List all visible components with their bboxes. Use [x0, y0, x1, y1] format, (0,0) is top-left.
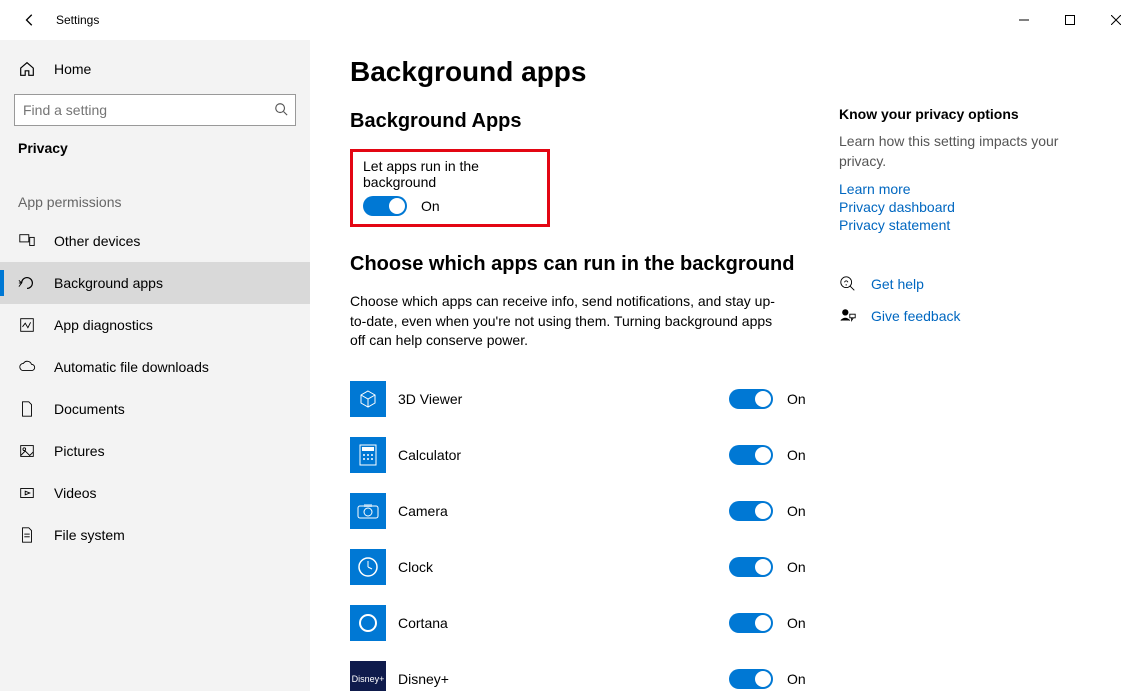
link-privacy-dashboard[interactable]: Privacy dashboard: [839, 199, 1099, 215]
page-title: Background apps: [350, 56, 839, 88]
app-row: Cortana On: [350, 595, 839, 651]
app-name: 3D Viewer: [398, 391, 462, 407]
pictures-icon: [18, 442, 36, 460]
app-toggle-clock[interactable]: [729, 557, 773, 577]
app-name: Cortana: [398, 615, 448, 631]
home-nav[interactable]: Home: [0, 50, 310, 88]
app-toggle-state: On: [787, 615, 806, 631]
app-toggle-cortana[interactable]: [729, 613, 773, 633]
group-label: App permissions: [0, 166, 310, 220]
link-learn-more[interactable]: Learn more: [839, 181, 1099, 197]
sidebar-item-label: File system: [54, 527, 125, 543]
sidebar-item-label: Automatic file downloads: [54, 359, 209, 375]
sidebar-item-automatic-downloads[interactable]: Automatic file downloads: [0, 346, 310, 388]
link-get-help[interactable]: Get help: [871, 276, 924, 292]
app-name: Calculator: [398, 447, 461, 463]
devices-icon: [18, 232, 36, 250]
master-toggle[interactable]: [363, 196, 407, 216]
app-row: Camera On: [350, 483, 839, 539]
back-button[interactable]: [12, 13, 48, 27]
sidebar-item-label: Documents: [54, 401, 125, 417]
category-label: Privacy: [0, 126, 310, 166]
close-button[interactable]: [1093, 4, 1139, 36]
diagnostics-icon: [18, 316, 36, 334]
link-privacy-statement[interactable]: Privacy statement: [839, 217, 1099, 233]
sidebar-item-file-system[interactable]: File system: [0, 514, 310, 556]
master-toggle-state: On: [421, 198, 440, 214]
section-background-apps: Background Apps: [350, 110, 839, 133]
app-toggle-calculator[interactable]: [729, 445, 773, 465]
search-icon: [274, 102, 288, 121]
link-give-feedback[interactable]: Give feedback: [871, 308, 961, 324]
sidebar: Home Privacy App permissions Other devic…: [0, 40, 310, 691]
sidebar-item-label: Background apps: [54, 275, 163, 291]
app-icon-clock: [350, 549, 386, 585]
sidebar-item-label: App diagnostics: [54, 317, 153, 333]
app-toggle-state: On: [787, 447, 806, 463]
app-row: Clock On: [350, 539, 839, 595]
sidebar-item-label: Videos: [54, 485, 97, 501]
sidebar-item-background-apps[interactable]: Background apps: [0, 262, 310, 304]
app-toggle-3d-viewer[interactable]: [729, 389, 773, 409]
app-row: Disney+ Disney+ On: [350, 651, 839, 691]
sidebar-item-label: Pictures: [54, 443, 105, 459]
app-toggle-state: On: [787, 559, 806, 575]
master-toggle-highlight: Let apps run in the background On: [350, 149, 550, 227]
sidebar-item-label: Other devices: [54, 233, 140, 249]
sidebar-item-other-devices[interactable]: Other devices: [0, 220, 310, 262]
master-toggle-label: Let apps run in the background: [363, 158, 537, 190]
home-label: Home: [54, 61, 91, 77]
file-system-icon: [18, 526, 36, 544]
cloud-download-icon: [18, 358, 36, 376]
app-icon-cortana: [350, 605, 386, 641]
sidebar-item-videos[interactable]: Videos: [0, 472, 310, 514]
videos-icon: [18, 484, 36, 502]
section-choose-apps: Choose which apps can run in the backgro…: [350, 253, 839, 276]
app-name: Disney+: [398, 671, 449, 687]
app-toggle-state: On: [787, 503, 806, 519]
maximize-button[interactable]: [1047, 4, 1093, 36]
feedback-icon: [839, 307, 857, 325]
background-apps-icon: [18, 274, 36, 292]
app-row: 3D Viewer On: [350, 371, 839, 427]
sidebar-item-pictures[interactable]: Pictures: [0, 430, 310, 472]
app-name: Clock: [398, 559, 433, 575]
section-choose-desc: Choose which apps can receive info, send…: [350, 292, 790, 351]
app-icon-3d-viewer: [350, 381, 386, 417]
app-row: Calculator On: [350, 427, 839, 483]
app-icon-camera: [350, 493, 386, 529]
app-icon-calculator: [350, 437, 386, 473]
app-name: Camera: [398, 503, 448, 519]
minimize-button[interactable]: [1001, 4, 1047, 36]
app-toggle-disney[interactable]: [729, 669, 773, 689]
search-input[interactable]: [14, 94, 296, 126]
privacy-sub: Learn how this setting impacts your priv…: [839, 132, 1099, 171]
documents-icon: [18, 400, 36, 418]
app-icon-disney: Disney+: [350, 661, 386, 691]
app-toggle-state: On: [787, 391, 806, 407]
home-icon: [18, 60, 36, 78]
app-toggle-state: On: [787, 671, 806, 687]
sidebar-item-documents[interactable]: Documents: [0, 388, 310, 430]
privacy-heading: Know your privacy options: [839, 106, 1099, 122]
window-title: Settings: [56, 13, 99, 27]
help-icon: [839, 275, 857, 293]
app-toggle-camera[interactable]: [729, 501, 773, 521]
sidebar-item-app-diagnostics[interactable]: App diagnostics: [0, 304, 310, 346]
